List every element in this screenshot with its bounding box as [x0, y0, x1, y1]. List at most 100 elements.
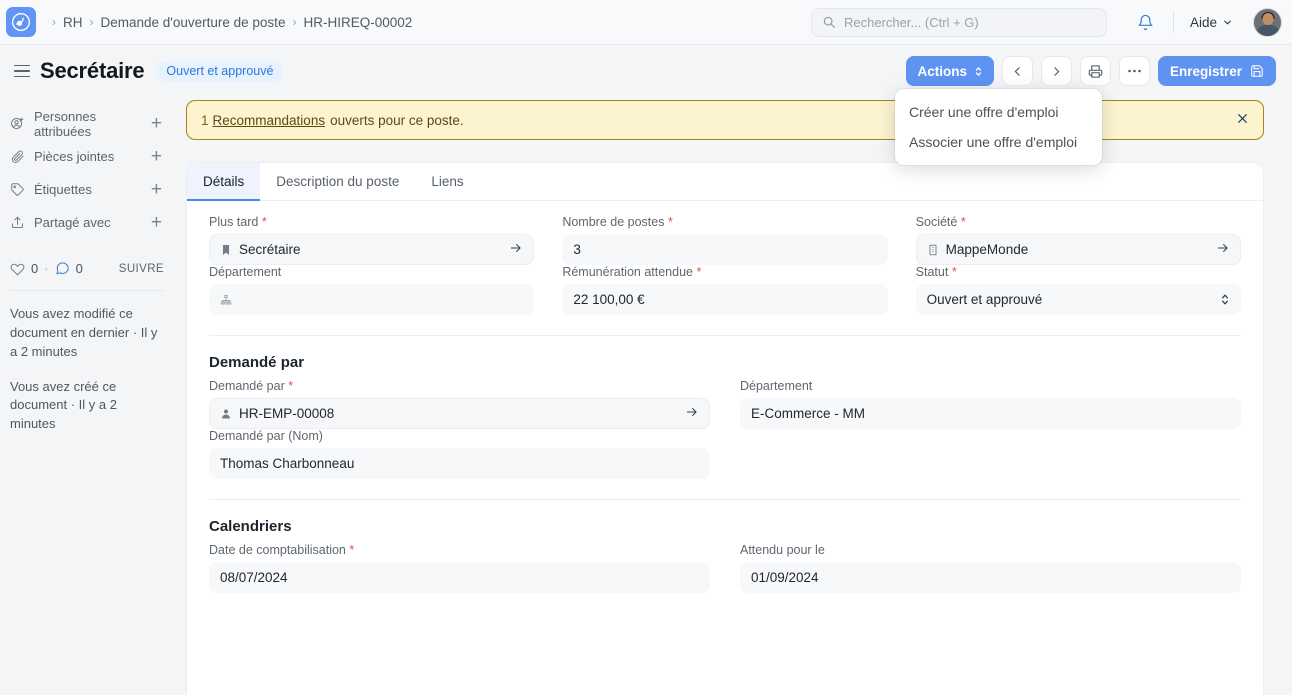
print-button[interactable]: [1080, 56, 1111, 86]
comment-icon[interactable]: [55, 261, 70, 276]
navbar-right-group: Aide: [811, 7, 1282, 37]
tab-details[interactable]: Détails: [187, 162, 260, 200]
document-sidebar: Personnes attribuées + Pièces jointes + …: [0, 97, 178, 695]
field-label-remuneration: Rémunération attendue *: [562, 265, 887, 279]
input-plus-tard[interactable]: Secrétaire: [209, 234, 534, 265]
breadcrumb: › RH › Demande d'ouverture de poste › HR…: [52, 15, 412, 30]
breadcrumb-item-0[interactable]: RH: [63, 15, 83, 30]
sidebar-item-assigned-to[interactable]: Personnes attribuées +: [10, 107, 164, 140]
chevron-right-icon: [1050, 65, 1063, 78]
required-marker: *: [961, 215, 966, 229]
field-date-comptabilisation: Date de comptabilisation * 08/07/2024: [209, 543, 710, 593]
general-row-1: Plus tard * Secrétaire: [209, 215, 1241, 265]
input-demande-par-nom[interactable]: Thomas Charbonneau: [209, 448, 710, 479]
label-text: Date de comptabilisation: [209, 543, 346, 557]
sidebar-item-attachments[interactable]: Pièces jointes +: [10, 140, 164, 173]
field-statut: Statut * Ouvert et approuvé: [916, 265, 1241, 315]
label-text: Demandé par (Nom): [209, 429, 323, 443]
field-requested-departement: Département E-Commerce - MM: [740, 379, 1241, 429]
bookmark-icon: [220, 244, 232, 256]
ellipsis-icon: [1127, 68, 1142, 74]
more-options-button[interactable]: [1119, 56, 1150, 86]
arrow-right-icon[interactable]: [1216, 241, 1230, 258]
person-icon: [220, 408, 232, 420]
field-label-departement: Département: [209, 265, 534, 279]
input-requested-departement-value: E-Commerce - MM: [751, 406, 1230, 421]
close-icon[interactable]: [1236, 112, 1249, 128]
arrow-right-icon[interactable]: [509, 241, 523, 258]
field-label-demande-par: Demandé par *: [209, 379, 710, 393]
help-menu[interactable]: Aide: [1184, 11, 1239, 34]
like-count: 0: [31, 261, 38, 276]
section-general: Plus tard * Secrétaire: [187, 201, 1263, 336]
breadcrumb-item-2[interactable]: HR-HIREQ-00002: [303, 15, 412, 30]
sidebar-item-label: Personnes attribuées: [34, 109, 142, 139]
notifications-button[interactable]: [1129, 7, 1163, 37]
field-label-societe: Société *: [916, 215, 1241, 229]
input-attendu-pour-le[interactable]: 01/09/2024: [740, 562, 1241, 593]
input-requested-departement[interactable]: E-Commerce - MM: [740, 398, 1241, 429]
select-chevrons-icon: [1220, 292, 1230, 307]
heart-icon[interactable]: [10, 261, 25, 276]
global-search[interactable]: [811, 8, 1107, 37]
details-card: Détails Description du poste Liens Plus …: [186, 162, 1264, 695]
sidebar-item-tags[interactable]: Étiquettes +: [10, 173, 164, 206]
sidebar-toggle-button[interactable]: [8, 65, 34, 78]
label-text: Attendu pour le: [740, 543, 825, 557]
sidebar-add-shared-with[interactable]: +: [151, 213, 164, 232]
field-societe: Société * MappeMonde: [916, 215, 1241, 265]
input-remuneration[interactable]: 22 100,00 €: [562, 284, 887, 315]
input-societe-value: MappeMonde: [946, 242, 1209, 257]
status-badge[interactable]: Ouvert et approuvé: [156, 61, 283, 82]
alert-link[interactable]: Recommandations: [213, 113, 326, 128]
page-toolbar: Actions: [906, 56, 1276, 86]
menu-item-create-job-offer[interactable]: Créer une offre d'emploi: [895, 97, 1102, 127]
tag-icon: [10, 182, 25, 197]
search-input[interactable]: [844, 15, 1096, 30]
follow-button[interactable]: SUIVRE: [119, 263, 164, 275]
input-nombre-postes[interactable]: 3: [562, 234, 887, 265]
app-logo-glyph: [11, 12, 31, 32]
assigned-user-icon: [10, 116, 25, 131]
sidebar-item-label: Partagé avec: [34, 215, 142, 230]
input-plus-tard-value: Secrétaire: [239, 242, 502, 257]
tab-job-description[interactable]: Description du poste: [260, 162, 415, 200]
input-societe[interactable]: MappeMonde: [916, 234, 1241, 265]
section-title-calendars: Calendriers: [209, 518, 1241, 535]
sidebar-add-attachment[interactable]: +: [151, 147, 164, 166]
paperclip-icon: [10, 149, 25, 164]
menu-item-link-job-offer[interactable]: Associer une offre d'emploi: [895, 127, 1102, 157]
help-label: Aide: [1190, 15, 1217, 30]
sidebar-add-assigned-to[interactable]: +: [151, 114, 164, 133]
sidebar-stats: 0 · 0 SUIVRE: [10, 261, 164, 276]
input-demande-par[interactable]: HR-EMP-00008: [209, 398, 710, 429]
required-marker: *: [668, 215, 673, 229]
save-button[interactable]: Enregistrer: [1158, 56, 1276, 86]
field-label-date-comptabilisation: Date de comptabilisation *: [209, 543, 710, 557]
select-statut[interactable]: Ouvert et approuvé: [916, 284, 1241, 315]
building-icon: [927, 244, 939, 256]
user-avatar[interactable]: [1253, 8, 1282, 37]
input-attendu-pour-le-value: 01/09/2024: [751, 570, 1230, 585]
avatar-body: [1256, 25, 1280, 37]
share-icon: [10, 215, 25, 230]
next-record-button[interactable]: [1041, 56, 1072, 86]
field-label-plus-tard: Plus tard *: [209, 215, 534, 229]
previous-record-button[interactable]: [1002, 56, 1033, 86]
actions-button-label: Actions: [917, 64, 967, 79]
required-marker: *: [288, 379, 293, 393]
sidebar-add-tag[interactable]: +: [151, 180, 164, 199]
arrow-right-icon[interactable]: [685, 405, 699, 422]
required-marker: *: [262, 215, 267, 229]
app-logo[interactable]: [6, 7, 36, 37]
navbar-divider: [1173, 11, 1174, 33]
select-chevrons-icon: [974, 65, 983, 78]
breadcrumb-sep-1: ›: [90, 15, 94, 29]
actions-button[interactable]: Actions: [906, 56, 994, 86]
input-departement[interactable]: [209, 284, 534, 315]
tab-links[interactable]: Liens: [415, 162, 479, 200]
breadcrumb-item-1[interactable]: Demande d'ouverture de poste: [101, 15, 286, 30]
requested-by-row-2: Demandé par (Nom) Thomas Charbonneau: [209, 429, 1241, 479]
input-date-comptabilisation[interactable]: 08/07/2024: [209, 562, 710, 593]
sidebar-item-shared-with[interactable]: Partagé avec +: [10, 206, 164, 239]
